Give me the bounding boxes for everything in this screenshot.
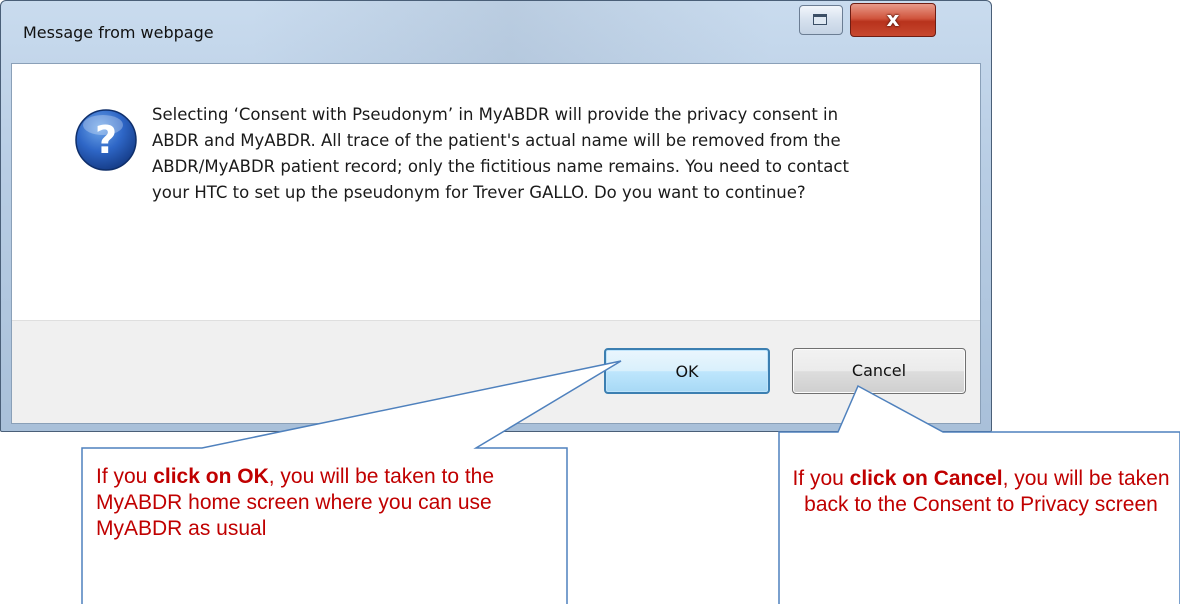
stage: Message from webpage x ? Selecting ‘Cons… (0, 0, 1180, 604)
callout-ok-bold: click on OK (153, 465, 269, 488)
callout-ok-text: If you click on OK, you will be taken to… (96, 464, 516, 542)
callout-ok-prefix: If you (96, 465, 154, 488)
callout-cancel-prefix: If you (792, 467, 850, 490)
callout-cancel-bold: click on Cancel (849, 467, 1003, 490)
callout-cancel-text: If you click on Cancel, you will be take… (788, 466, 1174, 518)
